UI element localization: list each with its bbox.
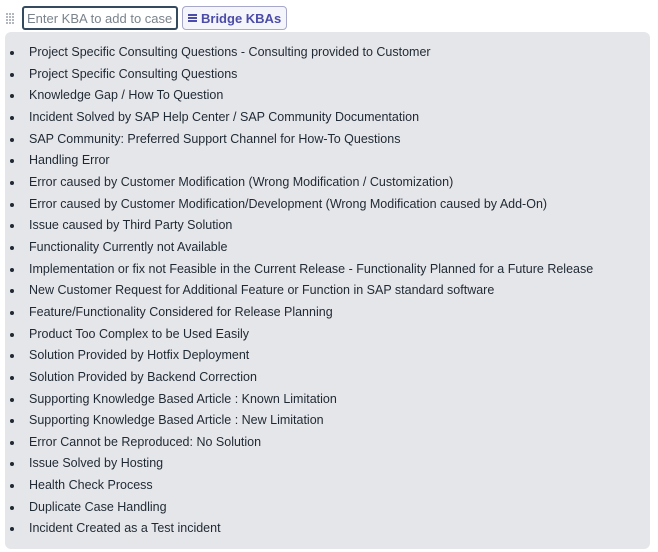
kba-option-item[interactable]: Implementation or fix not Feasible in th… (5, 259, 650, 281)
kba-option-item[interactable]: Issue caused by Third Party Solution (5, 215, 650, 237)
kba-option-item[interactable]: Feature/Functionality Considered for Rel… (5, 302, 650, 324)
kba-option-item[interactable]: Supporting Knowledge Based Article : Kno… (5, 389, 650, 411)
kba-option-item[interactable]: Duplicate Case Handling (5, 497, 650, 519)
kba-option-item[interactable]: Project Specific Consulting Questions (5, 64, 650, 86)
kba-option-item[interactable]: Project Specific Consulting Questions - … (5, 42, 650, 64)
kba-option-item[interactable]: Error Cannot be Reproduced: No Solution (5, 432, 650, 454)
kba-toolbar: Bridge KBAs (6, 6, 288, 30)
kba-option-item[interactable]: SAP Community: Preferred Support Channel… (5, 129, 650, 151)
kba-option-item[interactable]: Functionality Currently not Available (5, 237, 650, 259)
menu-icon (188, 14, 197, 22)
kba-option-item[interactable]: Incident Solved by SAP Help Center / SAP… (5, 107, 650, 129)
kba-option-item[interactable]: Health Check Process (5, 475, 650, 497)
kba-option-item[interactable]: Knowledge Gap / How To Question (5, 85, 650, 107)
kba-options-panel: Project Specific Consulting Questions - … (5, 32, 650, 549)
kba-option-item[interactable]: Handling Error (5, 150, 650, 172)
kba-option-item[interactable]: Error caused by Customer Modification/De… (5, 194, 650, 216)
bridge-kbas-label: Bridge KBAs (201, 10, 282, 26)
kba-option-item[interactable]: Supporting Knowledge Based Article : New… (5, 410, 650, 432)
kba-search-input[interactable] (22, 6, 178, 30)
kba-option-item[interactable]: Incident Created as a Test incident (5, 518, 650, 540)
kba-option-item[interactable]: Solution Provided by Hotfix Deployment (5, 345, 650, 367)
kba-option-item[interactable]: Issue Solved by Hosting (5, 453, 650, 475)
kba-options-list: Project Specific Consulting Questions - … (5, 32, 650, 540)
kba-option-item[interactable]: Solution Provided by Backend Correction (5, 367, 650, 389)
kba-option-item[interactable]: New Customer Request for Additional Feat… (5, 280, 650, 302)
kba-option-item[interactable]: Error caused by Customer Modification (W… (5, 172, 650, 194)
bridge-kbas-button[interactable]: Bridge KBAs (182, 6, 288, 30)
drag-handle-icon[interactable] (6, 12, 18, 25)
kba-option-item[interactable]: Product Too Complex to be Used Easily (5, 324, 650, 346)
